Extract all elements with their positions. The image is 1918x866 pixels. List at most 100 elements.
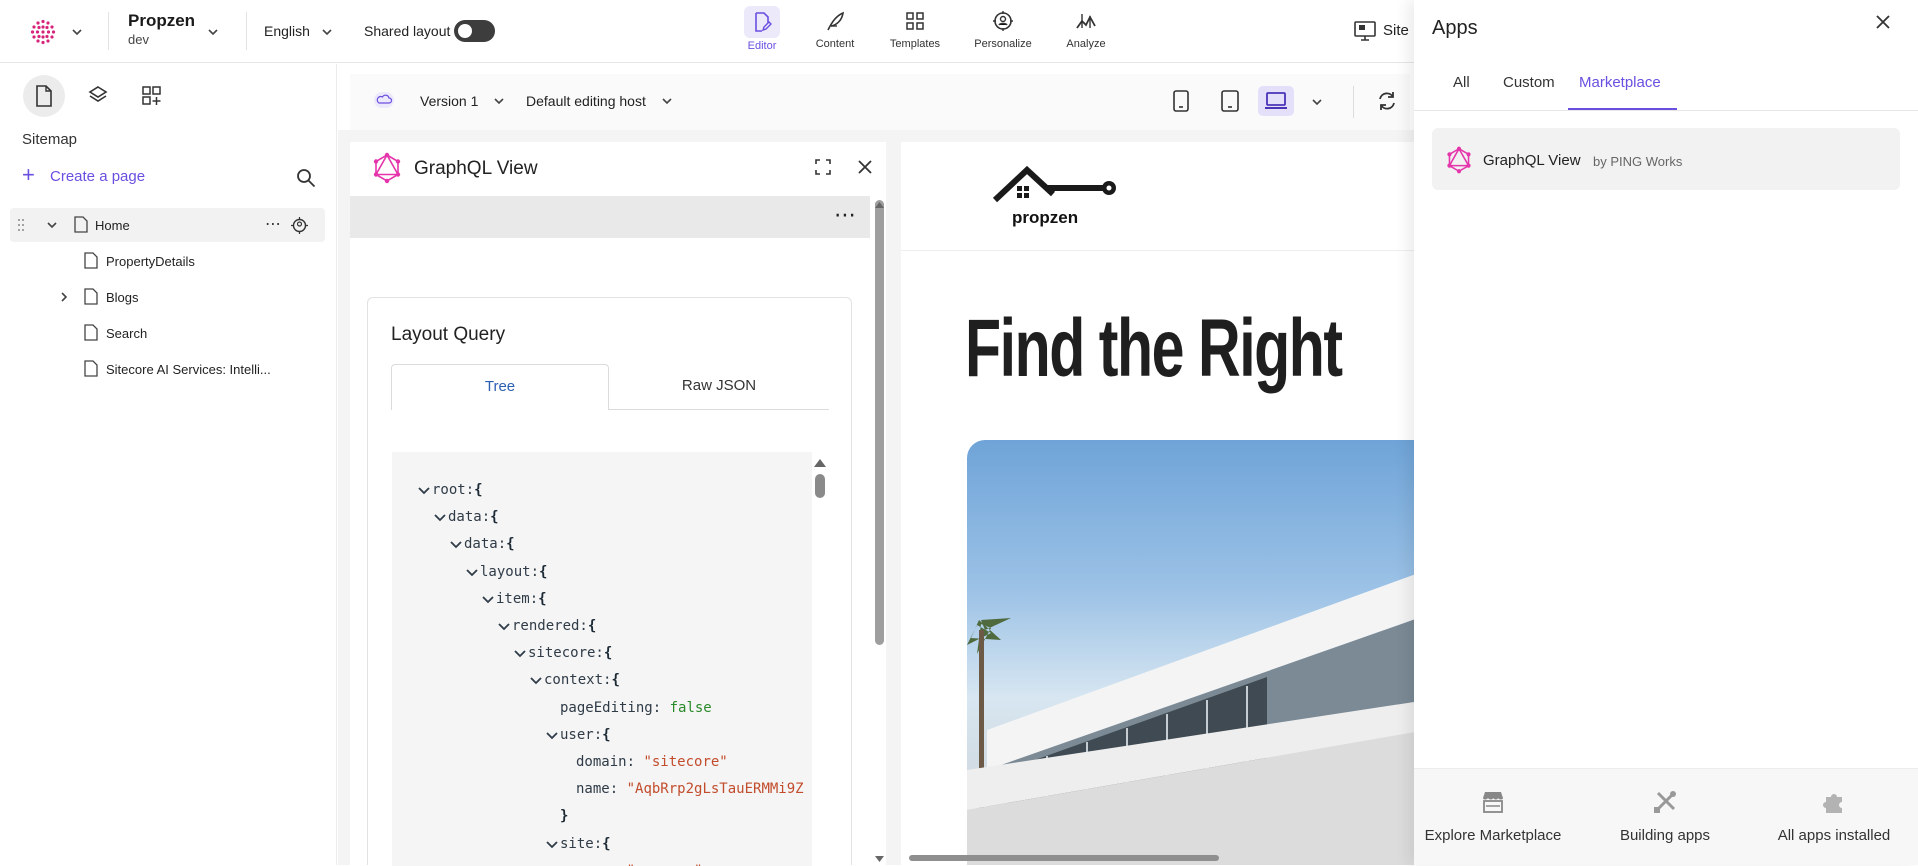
json-tree-line[interactable]: sitecore:{ — [512, 643, 612, 663]
refresh-icon[interactable] — [1376, 90, 1398, 112]
tab-tree[interactable]: Tree — [391, 364, 609, 410]
json-brace: { — [490, 509, 499, 526]
language-selector[interactable]: English — [264, 23, 310, 39]
json-key: context: — [544, 672, 612, 689]
propzen-logo[interactable]: propzen — [993, 164, 1119, 227]
tree-item-blogs[interactable]: Blogs — [10, 280, 325, 314]
chevron-down-icon[interactable] — [480, 589, 496, 609]
tab-all[interactable]: All — [1453, 74, 1470, 91]
mobile-device-icon[interactable] — [1173, 90, 1189, 112]
scroll-down-icon[interactable] — [874, 855, 885, 863]
tab-analyze-label: Analyze — [1066, 38, 1106, 50]
close-icon[interactable] — [856, 158, 874, 176]
json-key: item: — [496, 590, 539, 607]
tree-item-sitecore-ai[interactable]: Sitecore AI Services: Intelli... — [10, 352, 325, 386]
panel-scrollbar[interactable] — [875, 200, 884, 645]
tree-scrollbar[interactable] — [815, 474, 825, 498]
chevron-down-icon[interactable] — [448, 534, 464, 554]
json-brace: { — [602, 835, 611, 852]
all-apps-installed-button[interactable]: All apps installed — [1759, 789, 1909, 844]
building-apps-button[interactable]: Building apps — [1590, 789, 1740, 844]
chevron-down-icon[interactable] — [70, 25, 84, 39]
chevron-down-icon[interactable] — [544, 725, 560, 745]
tablet-device-icon[interactable] — [1221, 90, 1239, 112]
json-tree-line[interactable]: root:{ — [416, 480, 483, 500]
tab-marketplace[interactable]: Marketplace — [1579, 74, 1661, 91]
chevron-down-icon[interactable] — [320, 25, 334, 39]
json-tree-line[interactable]: data:{ — [432, 507, 499, 527]
json-key: sitecore: — [528, 645, 604, 662]
tab-editor-label: Editor — [747, 40, 777, 52]
scroll-up-icon[interactable] — [874, 201, 885, 209]
chevron-down-icon[interactable] — [512, 643, 528, 663]
site-label: Site — [1383, 22, 1409, 39]
chevron-right-icon[interactable] — [57, 290, 71, 304]
close-icon[interactable] — [1874, 13, 1892, 31]
chevron-down-icon[interactable] — [464, 562, 480, 582]
graphql-logo-icon — [373, 152, 401, 184]
chevron-down-icon[interactable] — [1310, 95, 1324, 109]
tree-item-search[interactable]: Search — [10, 316, 325, 350]
pages-tab[interactable] — [23, 75, 65, 117]
tab-content[interactable]: Content — [800, 6, 870, 58]
search-icon[interactable] — [296, 168, 316, 188]
json-key: rendered: — [512, 618, 588, 634]
graphql-view-title: GraphQL View — [414, 158, 538, 179]
json-brace: { — [603, 645, 613, 662]
chevron-down-icon[interactable] — [206, 25, 220, 39]
chevron-down-icon[interactable] — [432, 507, 448, 527]
json-tree-line[interactable]: data:{ — [448, 534, 515, 554]
add-component-tab[interactable] — [131, 75, 173, 117]
tab-templates[interactable]: Templates — [880, 6, 950, 58]
layout-query-title: Layout Query — [391, 324, 506, 345]
json-key: pageEditing: — [560, 699, 662, 716]
page-icon — [84, 360, 98, 377]
app-card-graphql-view[interactable]: GraphQL View by PING Works — [1432, 128, 1900, 190]
desktop-device-button[interactable] — [1258, 86, 1294, 116]
language-label: English — [264, 23, 310, 39]
json-tree-view: root:{data:{data:{layout:{item:{rendered… — [392, 452, 812, 866]
apps-title: Apps — [1432, 17, 1478, 39]
components-tab[interactable] — [77, 75, 119, 117]
json-tree-line[interactable]: context:{ — [528, 670, 620, 690]
chevron-down-icon — [494, 98, 504, 105]
scroll-up-icon[interactable] — [813, 458, 827, 468]
json-value: "AqbRrp2gLsTauERMMi9Z — [618, 781, 804, 798]
json-tree-line[interactable]: rendered:{ — [496, 616, 596, 636]
json-tree-line: name: "propzen" — [576, 861, 702, 866]
tab-editor[interactable]: Editor — [727, 6, 797, 58]
drag-handle-icon[interactable] — [18, 218, 24, 232]
app-launcher-icon[interactable] — [30, 19, 56, 45]
hero-headline: Find the Right — [965, 303, 1343, 394]
more-icon[interactable]: ⋯ — [265, 214, 282, 234]
explore-marketplace-button[interactable]: Explore Marketplace — [1418, 789, 1568, 844]
version-label: Version 1 — [420, 93, 479, 109]
tab-raw-json[interactable]: Raw JSON — [609, 364, 829, 410]
personalize-icon — [992, 10, 1014, 32]
tab-custom[interactable]: Custom — [1503, 74, 1555, 91]
preview-hscrollbar[interactable] — [909, 855, 1219, 861]
chevron-down-icon[interactable] — [496, 616, 512, 636]
json-tree-line[interactable]: item:{ — [480, 589, 547, 609]
json-tree-line[interactable]: site:{ — [544, 834, 611, 854]
more-icon[interactable]: ⋯ — [834, 202, 857, 228]
personalize-icon[interactable] — [291, 217, 308, 234]
plus-icon: + — [22, 162, 35, 187]
chevron-down-icon[interactable] — [544, 834, 560, 854]
explore-marketplace-label: Explore Marketplace — [1424, 827, 1562, 844]
tree-item-label: PropertyDetails — [106, 254, 195, 269]
expand-icon[interactable] — [815, 159, 831, 175]
json-tree-line[interactable]: user:{ — [544, 725, 611, 745]
grid-plus-icon — [142, 86, 161, 105]
tree-item-propertydetails[interactable]: PropertyDetails — [10, 244, 325, 278]
tree-item-home[interactable]: Home ⋯ — [10, 208, 325, 242]
chevron-down-icon[interactable] — [528, 670, 544, 690]
shared-layout-toggle[interactable] — [454, 20, 495, 42]
tab-analyze[interactable]: Analyze — [1051, 6, 1121, 58]
chevron-down-icon[interactable] — [416, 480, 432, 500]
json-key: root: — [432, 482, 475, 498]
project-switcher[interactable]: Propzen dev — [128, 11, 195, 47]
tab-personalize[interactable]: Personalize — [968, 6, 1038, 58]
json-tree-line[interactable]: layout:{ — [464, 562, 547, 582]
chevron-down-icon[interactable] — [45, 218, 59, 232]
